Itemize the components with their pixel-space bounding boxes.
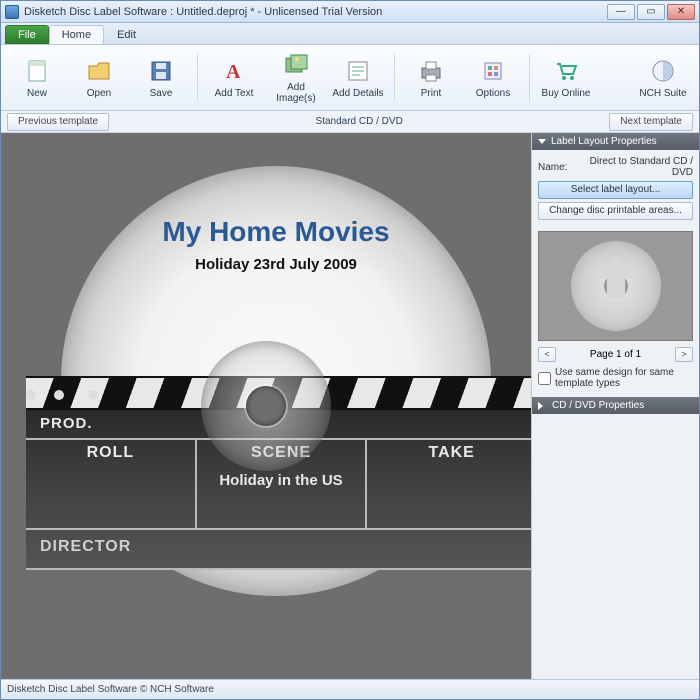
page-navigation: < Page 1 of 1 > (532, 345, 699, 364)
clap-take-label: TAKE (373, 444, 530, 462)
ribbon-toolbar: New Open Save A Add Text Add Image(s) Ad… (1, 45, 699, 111)
cart-icon (552, 57, 580, 85)
add-images-button[interactable]: Add Image(s) (266, 49, 326, 107)
add-text-button[interactable]: A Add Text (204, 49, 264, 107)
close-button[interactable]: ✕ (667, 4, 695, 20)
change-printable-areas-button[interactable]: Change disc printable areas... (538, 202, 693, 220)
maximize-button[interactable]: ▭ (637, 4, 665, 20)
options-button[interactable]: Options (463, 49, 523, 107)
new-button[interactable]: New (7, 49, 67, 107)
save-icon (147, 57, 175, 85)
disc-hole (246, 386, 286, 426)
print-button[interactable]: Print (401, 49, 461, 107)
use-same-design-row[interactable]: Use same design for same template types (532, 364, 699, 395)
text-icon: A (220, 57, 248, 85)
menu-file[interactable]: File (5, 25, 49, 44)
chevron-right-icon (538, 402, 547, 410)
up-arrow-stem (607, 276, 625, 298)
window-title: Disketch Disc Label Software : Untitled.… (24, 6, 607, 18)
chevron-down-icon (538, 139, 546, 144)
up-arrow-icon (598, 256, 634, 278)
status-text: Disketch Disc Label Software © NCH Softw… (7, 684, 214, 695)
open-icon (85, 57, 113, 85)
menu-edit[interactable]: Edit (104, 25, 149, 44)
svg-text:A: A (226, 61, 241, 83)
open-button[interactable]: Open (69, 49, 129, 107)
separator (394, 54, 395, 102)
status-bar: Disketch Disc Label Software © NCH Softw… (1, 679, 699, 699)
minimize-button[interactable]: — (607, 4, 635, 20)
title-bar: Disketch Disc Label Software : Untitled.… (1, 1, 699, 23)
select-layout-button[interactable]: Select label layout... (538, 181, 693, 199)
clap-scene-value: Holiday in the US (203, 472, 360, 489)
menu-tabs: File Home Edit (1, 23, 699, 45)
separator (197, 54, 198, 102)
clap-prod-label: PROD. (26, 410, 107, 438)
disc-title: My Home Movies (61, 216, 491, 248)
layout-properties-body: Name: Direct to Standard CD / DVD Select… (532, 150, 699, 227)
suite-icon (649, 57, 677, 85)
prev-template-button[interactable]: Previous template (7, 113, 109, 131)
use-same-design-label: Use same design for same template types (555, 367, 693, 389)
properties-panel: Label Layout Properties Name: Direct to … (531, 133, 699, 679)
canvas-area[interactable]: My Home Movies Holiday 23rd July 2009 PR… (1, 133, 531, 679)
app-icon (5, 5, 19, 19)
nch-suite-button[interactable]: NCH Suite (633, 49, 693, 107)
template-bar: Previous template Standard CD / DVD Next… (1, 111, 699, 133)
add-details-button[interactable]: Add Details (328, 49, 388, 107)
menu-home[interactable]: Home (49, 25, 104, 44)
page-indicator: Page 1 of 1 (590, 349, 641, 360)
buy-online-button[interactable]: Buy Online (536, 49, 596, 107)
new-icon (23, 57, 51, 85)
save-button[interactable]: Save (131, 49, 191, 107)
layout-preview (538, 231, 693, 341)
page-prev-button[interactable]: < (538, 347, 556, 362)
app-window: Disketch Disc Label Software : Untitled.… (0, 0, 700, 700)
next-template-button[interactable]: Next template (609, 113, 693, 131)
template-title: Standard CD / DVD (109, 116, 609, 127)
details-icon (344, 57, 372, 85)
clap-director-label: DIRECTOR (26, 530, 145, 568)
use-same-design-checkbox[interactable] (538, 372, 551, 385)
clap-roll-label: ROLL (32, 444, 189, 462)
images-icon (282, 51, 310, 79)
disc-subtitle: Holiday 23rd July 2009 (61, 256, 491, 273)
canvas: My Home Movies Holiday 23rd July 2009 PR… (1, 133, 531, 679)
separator (529, 54, 530, 102)
page-next-button[interactable]: > (675, 347, 693, 362)
window-buttons: — ▭ ✕ (607, 4, 695, 20)
disc-text-block[interactable]: My Home Movies Holiday 23rd July 2009 (61, 216, 491, 273)
layout-properties-header[interactable]: Label Layout Properties (532, 133, 699, 150)
name-value: Direct to Standard CD / DVD (576, 156, 693, 178)
main-area: My Home Movies Holiday 23rd July 2009 PR… (1, 133, 699, 679)
name-label: Name: (538, 162, 576, 173)
cd-dvd-properties-header[interactable]: CD / DVD Properties (532, 397, 699, 414)
print-icon (417, 57, 445, 85)
options-icon (479, 57, 507, 85)
